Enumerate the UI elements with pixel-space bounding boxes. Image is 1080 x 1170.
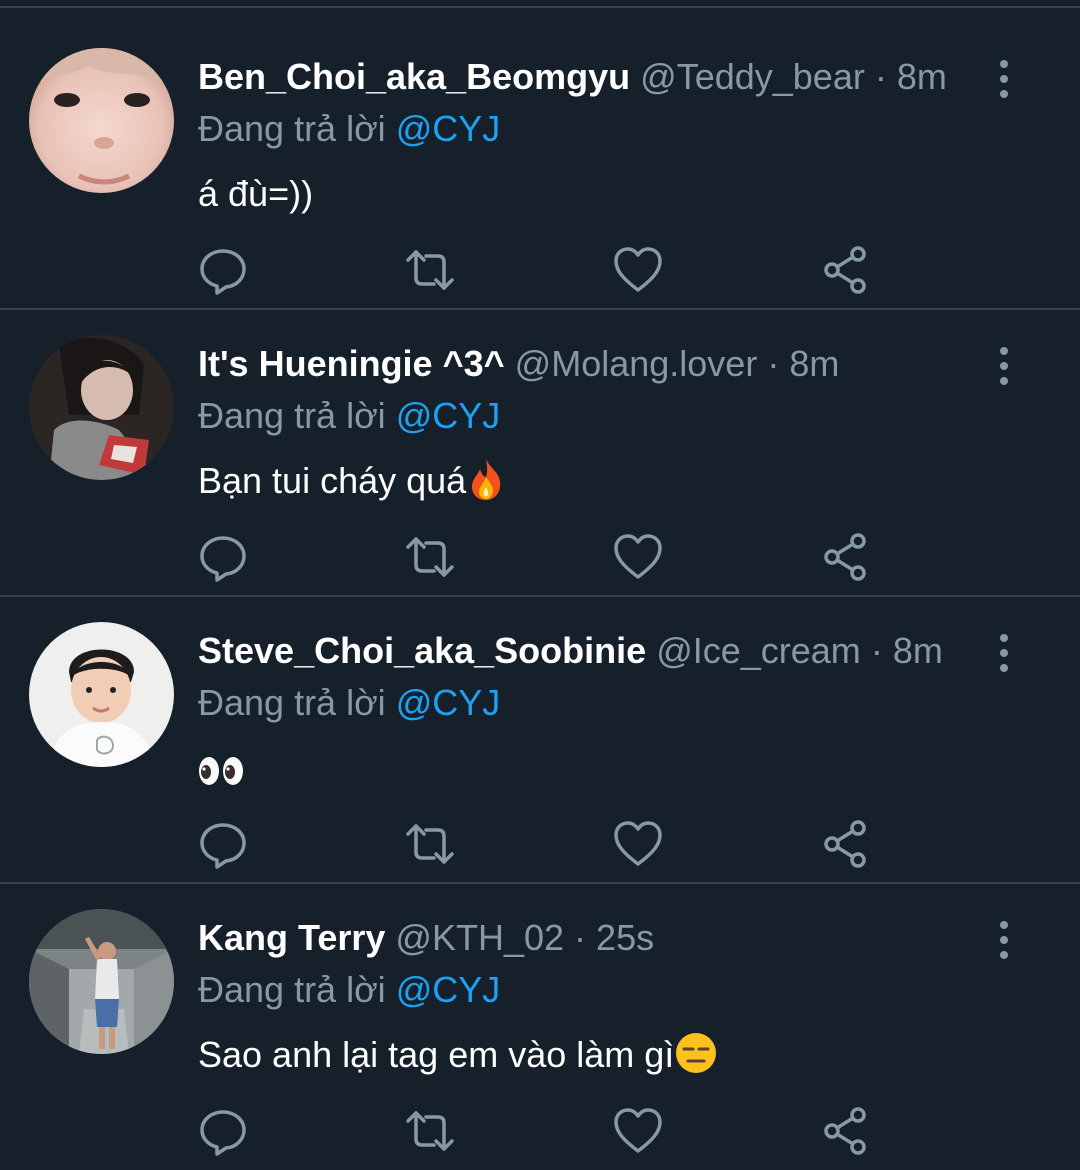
heart-icon[interactable] (612, 1105, 664, 1157)
separator-dot: · (870, 630, 883, 671)
tweet-item[interactable]: It's Hueningie ^3^ @Molang.lover · 8m Đa… (0, 295, 1080, 583)
more-vertical-icon[interactable] (992, 345, 1016, 389)
action-bar (0, 244, 1080, 296)
replying-to: Đang trả lời @CYJ (198, 966, 500, 1014)
timestamp[interactable]: 8m (897, 56, 947, 97)
avatar[interactable] (29, 909, 174, 1054)
timestamp[interactable]: 8m (789, 343, 839, 384)
more-vertical-icon[interactable] (992, 632, 1016, 676)
separator-dot: · (574, 917, 587, 958)
expressionless-face-emoji (674, 1031, 718, 1089)
tweet-header: Ben_Choi_aka_Beomgyu @Teddy_bear · 8m (198, 52, 947, 102)
tweet-text: á đù=)) (198, 168, 313, 220)
timestamp[interactable]: 25s (596, 917, 654, 958)
display-name[interactable]: It's Hueningie ^3^ (198, 343, 505, 384)
action-bar (0, 818, 1080, 870)
action-bar (0, 1105, 1080, 1157)
more-vertical-icon[interactable] (992, 919, 1016, 963)
tweet-text-content: Bạn tui cháy quá (198, 460, 467, 501)
more-vertical-icon[interactable] (992, 58, 1016, 102)
retweet-icon[interactable] (404, 244, 456, 296)
action-bar (0, 531, 1080, 583)
eyes-emoji (198, 750, 244, 802)
retweet-icon[interactable] (404, 818, 456, 870)
tweet-text-content: á đù=)) (198, 173, 314, 214)
share-icon[interactable] (820, 1105, 872, 1157)
replying-to: Đang trả lời @CYJ (198, 392, 500, 440)
reply-icon[interactable] (197, 818, 249, 870)
reply-icon[interactable] (197, 1105, 249, 1157)
heart-icon[interactable] (612, 244, 664, 296)
tweet-text-content: Sao anh lại tag em vào làm gì (198, 1034, 675, 1075)
tweet-text (198, 742, 244, 802)
fire-emoji (466, 457, 506, 515)
tweet-text: Sao anh lại tag em vào làm gì (198, 1029, 718, 1089)
tweet-item[interactable]: Kang Terry @KTH_02 · 25s Đang trả lời @C… (0, 869, 1080, 1157)
display-name[interactable]: Ben_Choi_aka_Beomgyu (198, 56, 630, 97)
retweet-icon[interactable] (404, 1105, 456, 1157)
replying-to-label: Đang trả lời (198, 395, 386, 436)
share-icon[interactable] (820, 531, 872, 583)
reply-icon[interactable] (197, 244, 249, 296)
replying-to-label: Đang trả lời (198, 682, 386, 723)
share-icon[interactable] (820, 244, 872, 296)
replying-to-handle[interactable]: @CYJ (396, 682, 501, 723)
replying-to-label: Đang trả lời (198, 969, 386, 1010)
reply-feed: Ben_Choi_aka_Beomgyu @Teddy_bear · 8m Đa… (0, 0, 1080, 1170)
timestamp[interactable]: 8m (893, 630, 943, 671)
replying-to: Đang trả lời @CYJ (198, 679, 500, 727)
avatar[interactable] (29, 622, 174, 767)
replying-to-handle[interactable]: @CYJ (396, 395, 501, 436)
user-handle[interactable]: @Molang.lover (515, 343, 758, 384)
separator-dot: · (874, 56, 887, 97)
user-handle[interactable]: @Ice_cream (656, 630, 861, 671)
replying-to: Đang trả lời @CYJ (198, 105, 500, 153)
replying-to-handle[interactable]: @CYJ (396, 108, 501, 149)
avatar[interactable] (29, 335, 174, 480)
heart-icon[interactable] (612, 531, 664, 583)
reply-icon[interactable] (197, 531, 249, 583)
tweet-item[interactable]: Ben_Choi_aka_Beomgyu @Teddy_bear · 8m Đa… (0, 8, 1080, 296)
user-handle[interactable]: @KTH_02 (395, 917, 564, 958)
avatar[interactable] (29, 48, 174, 193)
display-name[interactable]: Kang Terry (198, 917, 385, 958)
retweet-icon[interactable] (404, 531, 456, 583)
separator-dot: · (767, 343, 780, 384)
display-name[interactable]: Steve_Choi_aka_Soobinie (198, 630, 646, 671)
tweet-header: Steve_Choi_aka_Soobinie @Ice_cream · 8m (198, 626, 943, 676)
share-icon[interactable] (820, 818, 872, 870)
tweet-header: It's Hueningie ^3^ @Molang.lover · 8m (198, 339, 839, 389)
tweet-item[interactable]: Steve_Choi_aka_Soobinie @Ice_cream · 8m … (0, 582, 1080, 870)
tweet-header: Kang Terry @KTH_02 · 25s (198, 913, 654, 963)
tweet-text: Bạn tui cháy quá (198, 455, 506, 515)
user-handle[interactable]: @Teddy_bear (640, 56, 865, 97)
replying-to-label: Đang trả lời (198, 108, 386, 149)
heart-icon[interactable] (612, 818, 664, 870)
replying-to-handle[interactable]: @CYJ (396, 969, 501, 1010)
